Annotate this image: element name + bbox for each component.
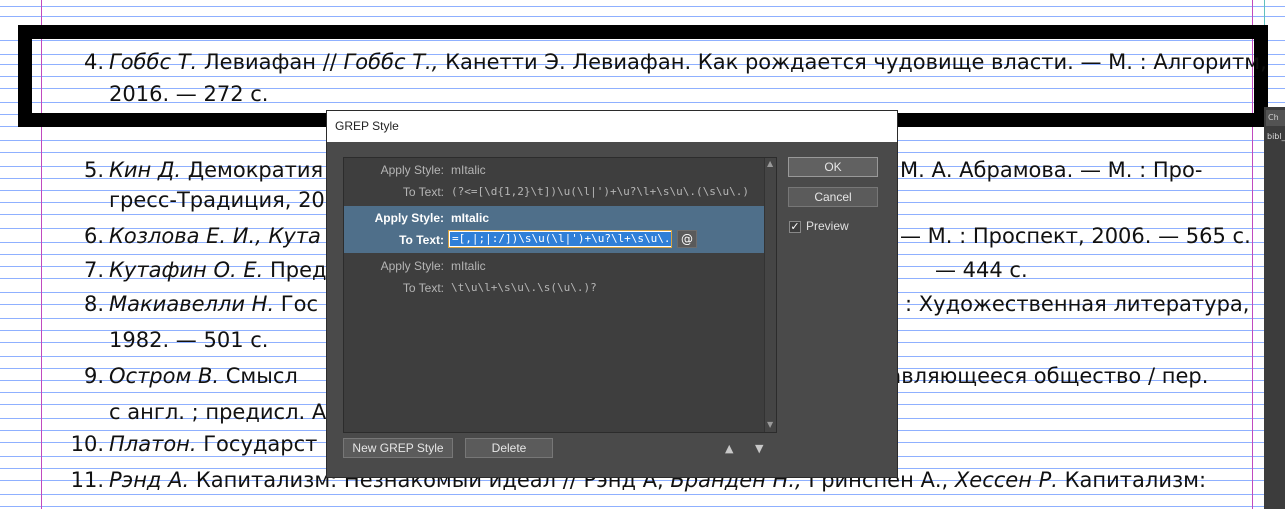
- apply-style-label: Apply Style:: [374, 211, 444, 225]
- bibliography-line: 9. Остром В. Смысл: [64, 362, 298, 390]
- right-panel-item[interactable]: bibl_: [1266, 130, 1285, 144]
- bibliography-line: 2016. — 272 с.: [109, 80, 268, 108]
- to-text-input[interactable]: =[,|;|:/])\s\u(\l|')+\u?\l+\s\u\.(\s\u\.…: [448, 230, 672, 248]
- baseline-guide: [0, 494, 1285, 495]
- bibliography-text: Капитализм:: [1057, 468, 1207, 492]
- grep-style-dialog: GREP Style Apply Style: mItalic To Text:…: [326, 110, 898, 478]
- bibliography-text: Гос: [274, 292, 319, 316]
- rules-scrollbar[interactable]: ▲ ▼: [764, 158, 776, 432]
- bibliography-text: Канетти Э. Левиафан. Как рождается чудов…: [438, 50, 1267, 74]
- to-text-value[interactable]: \t\u\l+\s\u\.\s(\u\.)?: [451, 281, 597, 294]
- bibliography-line: с англ. ; предисл. А: [109, 398, 326, 426]
- bibliography-text: Государст: [196, 432, 318, 456]
- entry-number: 4.: [83, 50, 104, 74]
- to-text-value[interactable]: (?<=[\d{1,2}\t])\u(\l|')+\u?\l+\s\u\.(\s…: [451, 185, 749, 198]
- author-italic: Козлова Е. И., Кута: [109, 224, 321, 248]
- bibliography-text-fragment: равляющееся общество / пер.: [875, 364, 1209, 388]
- bibliography-line: 10. Платон. Государст: [64, 430, 318, 458]
- move-up-icon[interactable]: ▲: [725, 442, 733, 455]
- author-italic: Кутафин О. Е.: [109, 258, 264, 282]
- bibliography-text: гресс-Традиция, 200: [109, 188, 339, 212]
- bibliography-line: 4. Гоббс Т. Левиафан // Гоббс Т., Канетти…: [64, 48, 1267, 76]
- author-italic: Платон.: [109, 432, 197, 456]
- bibliography-text: Пред: [263, 258, 327, 282]
- scroll-down-icon[interactable]: ▼: [767, 420, 773, 429]
- bibliography-text-fragment: — М. : Проспект, 2006. — 565 с.: [900, 224, 1251, 248]
- apply-style-label: Apply Style:: [380, 259, 444, 273]
- baseline-guide: [0, 16, 1285, 17]
- entry-number: 6.: [83, 224, 104, 248]
- grep-rule[interactable]: Apply Style: mItalic To Text: (?<=[\d{1,…: [344, 158, 764, 205]
- delete-button[interactable]: Delete: [465, 438, 553, 458]
- apply-style-value[interactable]: mItalic: [451, 259, 486, 273]
- bibliography-line: 5. Кин Д. Демократия: [64, 156, 323, 184]
- author-italic: Макиавелли Н.: [109, 292, 275, 316]
- apply-style-value[interactable]: mItalic: [451, 211, 489, 225]
- bibliography-line: гресс-Традиция, 200: [109, 186, 338, 214]
- grep-rule-selected[interactable]: Apply Style: mItalic To Text: =[,|;|:/])…: [344, 206, 764, 253]
- author-italic: Гоббс Т.,: [343, 50, 439, 74]
- bibliography-line: 1982. — 501 с.: [109, 326, 268, 354]
- bibliography-line: 8. Макиавелли Н. Гос: [64, 290, 318, 318]
- bibliography-text-fragment: М. А. Абрамова. — М. : Про-: [900, 158, 1203, 182]
- author-italic: Остром В.: [109, 364, 220, 388]
- bibliography-text-fragment: — 444 с.: [935, 258, 1028, 282]
- grep-rule[interactable]: Apply Style: mItalic To Text: \t\u\l+\s\…: [344, 254, 764, 301]
- bibliography-line: 7. Кутафин О. Е. Пред: [64, 256, 327, 284]
- entry-number: 8.: [83, 292, 104, 316]
- new-grep-style-button[interactable]: New GREP Style: [343, 438, 453, 458]
- baseline-guide: [0, 506, 1285, 507]
- entry-number: 5.: [83, 158, 104, 182]
- apply-style-value[interactable]: mItalic: [451, 163, 486, 177]
- apply-style-label: Apply Style:: [380, 163, 444, 177]
- author-italic: Гоббс Т.: [109, 50, 198, 74]
- to-text-label: To Text:: [402, 281, 444, 295]
- dialog-title: GREP Style: [327, 111, 897, 142]
- right-panel-tab[interactable]: Ch: [1266, 110, 1285, 126]
- scroll-up-icon[interactable]: ▲: [767, 159, 773, 168]
- bibliography-text: 1982. — 501 с.: [109, 328, 269, 352]
- bibliography-text: с англ. ; предисл. А: [109, 400, 327, 424]
- bibliography-text: Демократия: [181, 158, 324, 182]
- to-text-selection: =[,|;|:/])\s\u(\l|')+\u?\l+\s\u\.(\s\u\.…: [450, 232, 671, 246]
- cancel-button[interactable]: Cancel: [788, 187, 878, 207]
- entry-number: 7.: [83, 258, 104, 282]
- move-down-icon[interactable]: ▼: [755, 442, 763, 455]
- author-italic: Хессен Р.: [954, 468, 1058, 492]
- right-panel: [1264, 107, 1285, 509]
- bibliography-text: 2016. — 272 с.: [109, 82, 269, 106]
- special-characters-button[interactable]: @: [677, 230, 697, 248]
- baseline-guide: [0, 6, 1285, 7]
- entry-number: 9.: [83, 364, 104, 388]
- to-text-label: To Text:: [399, 233, 444, 247]
- ok-button[interactable]: OK: [788, 157, 878, 177]
- author-italic: Кин Д.: [109, 158, 182, 182]
- bibliography-line: 6. Козлова Е. И., Кута: [64, 222, 321, 250]
- to-text-label: To Text:: [402, 185, 444, 199]
- bibliography-text: Смысл: [219, 364, 298, 388]
- bibliography-text: Левиафан //: [197, 50, 344, 74]
- entry-number: 11.: [70, 468, 104, 492]
- author-italic: Рэнд А.: [109, 468, 190, 492]
- entry-number: 10.: [70, 432, 104, 456]
- preview-checkbox[interactable]: ✓: [789, 221, 801, 233]
- grep-rules-list[interactable]: Apply Style: mItalic To Text: (?<=[\d{1,…: [343, 157, 777, 433]
- preview-label: Preview: [806, 219, 849, 233]
- bibliography-text-fragment: : Художественная литература,: [905, 292, 1250, 316]
